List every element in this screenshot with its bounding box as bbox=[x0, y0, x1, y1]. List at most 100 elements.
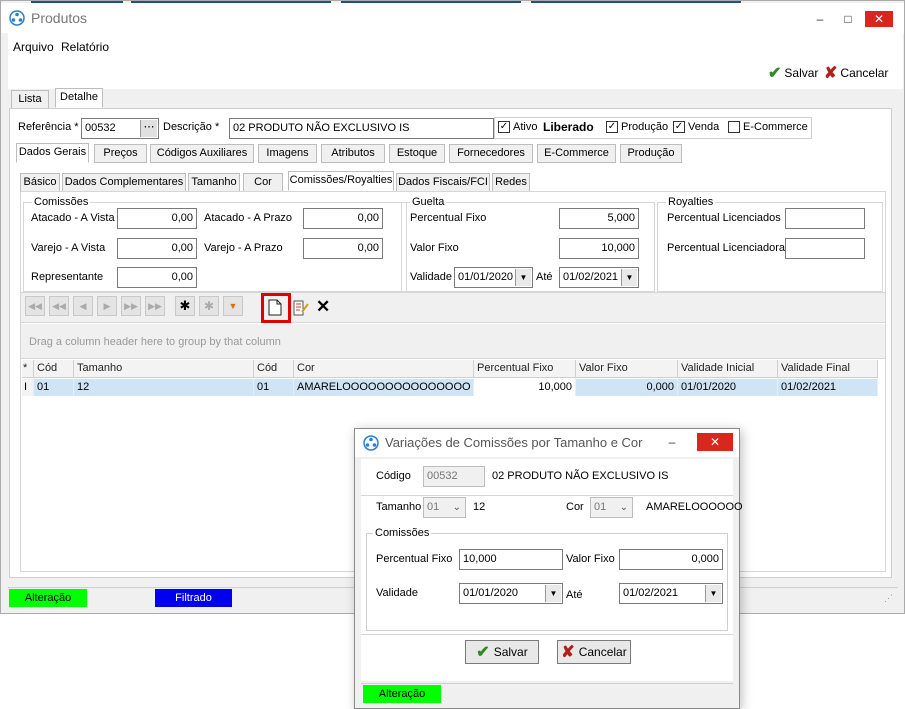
prev-record-icon[interactable]: ◀ bbox=[73, 296, 93, 316]
dialog-close-icon[interactable]: ✕ bbox=[697, 433, 733, 451]
dialog-minimize-icon[interactable]: – bbox=[661, 435, 683, 451]
grid-col-validade-final[interactable]: Validade Final bbox=[778, 360, 878, 378]
tab-estoque[interactable]: Estoque bbox=[389, 144, 445, 163]
licenciados-input[interactable] bbox=[785, 208, 865, 229]
guelta-ate-date[interactable]: 01/02/2021 ▼ bbox=[559, 267, 639, 288]
lookup-ellipsis-icon[interactable]: ⋯ bbox=[140, 120, 157, 137]
grid-col-validade-inicial[interactable]: Validade Inicial bbox=[678, 360, 778, 378]
prev-page-icon[interactable]: ◀◀ bbox=[49, 296, 69, 316]
checkbox-empty-icon bbox=[728, 121, 740, 133]
window-title: Produtos bbox=[31, 10, 88, 26]
maximize-icon[interactable]: □ bbox=[837, 11, 859, 27]
grid-col-valor[interactable]: Valor Fixo bbox=[576, 360, 678, 378]
tab-lista[interactable]: Lista bbox=[11, 90, 49, 109]
ativo-checkbox[interactable]: ✓ Ativo bbox=[498, 121, 537, 133]
tab-producao[interactable]: Produção bbox=[620, 144, 682, 163]
save-label: Salvar bbox=[784, 66, 819, 80]
insert-icon[interactable]: ✱ bbox=[175, 296, 195, 316]
next-page-icon[interactable]: ▶▶ bbox=[121, 296, 141, 316]
divider bbox=[361, 495, 733, 496]
dialog-percentual-input[interactable]: 10,000 bbox=[459, 549, 563, 570]
ecommerce-checkbox[interactable]: E-Commerce bbox=[728, 121, 808, 133]
next-record-icon[interactable]: ▶ bbox=[97, 296, 117, 316]
guelta-validade-date[interactable]: 01/01/2020 ▼ bbox=[454, 267, 533, 288]
delete-x-icon[interactable]: ✕ bbox=[316, 297, 330, 317]
new-document-icon[interactable] bbox=[268, 299, 282, 316]
tab-cor[interactable]: Cor bbox=[243, 173, 283, 192]
last-record-icon[interactable]: ▶▶ bbox=[145, 296, 165, 316]
tab-fornecedores[interactable]: Fornecedores bbox=[449, 144, 533, 163]
menu-relatorio[interactable]: Relatório bbox=[61, 40, 109, 54]
dialog-status-alteracao-badge: Alteração bbox=[363, 685, 441, 703]
row-indicator: I bbox=[22, 379, 34, 396]
varejo-prazo-input[interactable]: 0,00 bbox=[303, 238, 383, 259]
referencia-field[interactable]: 00532 ⋯ bbox=[81, 118, 159, 139]
tab-imagens[interactable]: Imagens bbox=[258, 144, 317, 163]
dialog-ate-date[interactable]: 01/02/2021 ▼ bbox=[619, 583, 723, 604]
dialog-save-button[interactable]: ✔ Salvar bbox=[465, 640, 539, 664]
save-button[interactable]: ✔ Salvar bbox=[768, 63, 818, 83]
dropdown-arrow-icon[interactable]: ▼ bbox=[705, 585, 721, 602]
tab-redes[interactable]: Redes bbox=[492, 173, 530, 192]
dialog-cancel-button[interactable]: ✘ Cancelar bbox=[557, 640, 631, 664]
tab-basico[interactable]: Básico bbox=[20, 173, 60, 192]
title-bar[interactable]: Produtos – □ ✕ bbox=[1, 3, 904, 33]
close-icon[interactable]: ✕ bbox=[865, 11, 893, 27]
dropdown-arrow-icon[interactable]: ▼ bbox=[545, 585, 561, 602]
group-by-panel[interactable]: Drag a column header here to group by th… bbox=[21, 324, 885, 359]
dropdown-arrow-icon[interactable]: ▼ bbox=[621, 269, 637, 286]
guelta-valor-input[interactable]: 10,000 bbox=[559, 238, 639, 259]
dialog-title-bar[interactable]: Variações de Comissões por Tamanho e Cor… bbox=[355, 429, 739, 457]
filter-icon[interactable]: ▼ bbox=[223, 296, 243, 316]
tab-dados-complementares[interactable]: Dados Complementares bbox=[62, 173, 186, 192]
tab-precos[interactable]: Preços bbox=[94, 144, 147, 163]
tab-codigos-auxiliares[interactable]: Códigos Auxiliares bbox=[150, 144, 254, 163]
resize-grip-icon[interactable]: ⋰ bbox=[884, 593, 893, 604]
dialog-percentual-label: Percentual Fixo bbox=[376, 553, 453, 565]
menu-arquivo[interactable]: Arquivo bbox=[13, 40, 54, 54]
descricao-field[interactable]: 02 PRODUTO NÃO EXCLUSIVO IS bbox=[229, 118, 494, 139]
cell-cod-cor: 01 bbox=[254, 379, 294, 396]
minimize-icon[interactable]: – bbox=[809, 11, 831, 27]
venda-checkbox[interactable]: ✓ Venda bbox=[673, 121, 719, 133]
grid-col-percentual[interactable]: Percentual Fixo bbox=[474, 360, 576, 378]
grid-col-cor[interactable]: Cor bbox=[294, 360, 474, 378]
dialog-validade-date[interactable]: 01/01/2020 ▼ bbox=[459, 583, 563, 604]
varejo-vista-input[interactable]: 0,00 bbox=[117, 238, 197, 259]
dialog-cor-select[interactable]: 01 ⌄ bbox=[590, 497, 633, 518]
grid-col-cod-tamanho[interactable]: Cód bbox=[34, 360, 74, 378]
cancel-button[interactable]: ✘ Cancelar bbox=[824, 63, 888, 83]
edit-document-icon[interactable] bbox=[293, 299, 309, 316]
guelta-percentual-input[interactable]: 5,000 bbox=[559, 208, 639, 229]
group-by-hint: Drag a column header here to group by th… bbox=[29, 336, 281, 348]
licenciadora-input[interactable] bbox=[785, 238, 865, 259]
tab-atributos[interactable]: Atributos bbox=[321, 144, 385, 163]
dialog-ate-label: Até bbox=[566, 589, 583, 601]
grid-col-indicator[interactable]: * bbox=[22, 360, 34, 378]
status-liberado: Liberado bbox=[543, 120, 594, 134]
first-record-icon[interactable]: ◀◀ bbox=[25, 296, 45, 316]
dropdown-arrow-icon[interactable]: ▼ bbox=[515, 269, 531, 286]
tab-detalhe[interactable]: Detalhe bbox=[55, 88, 103, 108]
grid-col-cod-cor[interactable]: Cód bbox=[254, 360, 294, 378]
edit-icon[interactable]: ✱ bbox=[199, 296, 219, 316]
producao-checkbox[interactable]: ✓ Produção bbox=[606, 121, 668, 133]
dialog-save-label: Salvar bbox=[493, 645, 528, 659]
tab-tamanho[interactable]: Tamanho bbox=[188, 173, 240, 192]
dialog-valor-input[interactable]: 0,000 bbox=[619, 549, 723, 570]
atacado-vista-input[interactable]: 0,00 bbox=[117, 208, 197, 229]
tab-dados-gerais[interactable]: Dados Gerais bbox=[16, 143, 89, 163]
representante-input[interactable]: 0,00 bbox=[117, 267, 197, 288]
guelta-group: Guelta Percentual Fixo 5,000 Valor Fixo … bbox=[401, 196, 655, 292]
varejo-vista-label: Varejo - A Vista bbox=[31, 242, 106, 254]
tab-dados-fiscais[interactable]: Dados Fiscais/FCI bbox=[396, 173, 490, 192]
tab-ecommerce[interactable]: E-Commerce bbox=[537, 144, 616, 163]
tab-comissoes-royalties[interactable]: Comissões/Royalties bbox=[288, 171, 394, 191]
cell-valor: 0,000 bbox=[576, 379, 678, 396]
table-row[interactable]: I 01 12 01 AMARELOOOOOOOOOOOOOOO 10,000 … bbox=[22, 379, 878, 396]
dialog-tamanho-select[interactable]: 01 ⌄ bbox=[423, 497, 466, 518]
grid-col-tamanho[interactable]: Tamanho bbox=[74, 360, 254, 378]
atacado-prazo-input[interactable]: 0,00 bbox=[303, 208, 383, 229]
guelta-ate-value: 01/02/2021 bbox=[563, 271, 619, 283]
dialog-codigo-label: Código bbox=[376, 470, 411, 482]
